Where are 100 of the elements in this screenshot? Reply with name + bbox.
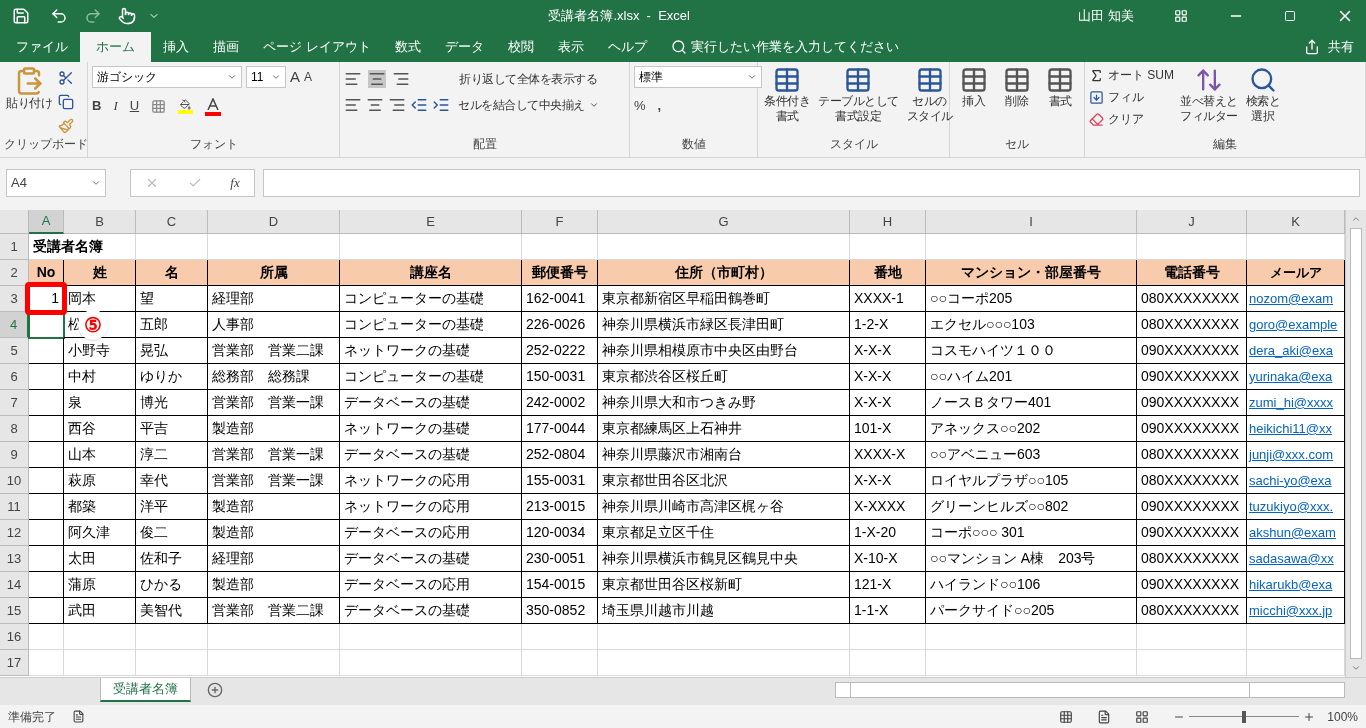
row-header[interactable]: 16	[0, 624, 29, 650]
ribbon-tab[interactable]: 描画	[201, 32, 251, 62]
page-layout-icon[interactable]	[1097, 709, 1112, 724]
row-header[interactable]: 5	[0, 338, 29, 364]
email-link[interactable]: heikichi11@xx	[1249, 418, 1333, 439]
ribbon-button[interactable]: 検索と 選択	[1243, 66, 1282, 124]
merge-center-button[interactable]: セルを結合して中央揃え	[458, 96, 599, 114]
ribbon-button[interactable]: テーブルとして 書式設定	[816, 66, 901, 124]
zoom-thumb[interactable]	[1242, 710, 1247, 723]
restore-icon[interactable]	[1284, 10, 1296, 22]
fill-button[interactable]: フィル	[1089, 88, 1174, 106]
number-format-field[interactable]: 標準	[634, 66, 762, 88]
indent-decrease-icon[interactable]	[410, 96, 428, 114]
email-link[interactable]: sachi-yo@exa	[1249, 470, 1332, 491]
bold-button[interactable]: B	[92, 96, 102, 116]
email-link[interactable]: goro@example	[1249, 314, 1338, 335]
column-header[interactable]: I	[926, 210, 1137, 234]
row-header[interactable]: 8	[0, 416, 29, 442]
ribbon-button[interactable]: 並べ替えと フィルター	[1178, 66, 1240, 124]
email-link[interactable]: nozom@exam	[1249, 288, 1333, 309]
indent-increase-icon[interactable]	[432, 96, 450, 114]
font-name-field[interactable]: 游ゴシック	[92, 66, 242, 88]
grow-font-button[interactable]: A	[290, 69, 300, 85]
ribbon-tab[interactable]: 数式	[382, 32, 433, 62]
cut-icon[interactable]	[58, 70, 74, 86]
font-size-field[interactable]: 11	[246, 66, 286, 88]
zoom-in-icon[interactable]	[1303, 710, 1316, 723]
row-header[interactable]: 6	[0, 364, 29, 390]
ribbon-tab[interactable]: データ	[432, 32, 496, 62]
row-header[interactable]: 1	[0, 234, 29, 260]
column-header[interactable]: J	[1137, 210, 1247, 234]
column-header[interactable]: F	[522, 210, 598, 234]
column-header[interactable]: B	[64, 210, 136, 234]
row-header[interactable]: 9	[0, 442, 29, 468]
zoom-slider[interactable]	[1189, 710, 1300, 723]
column-header[interactable]: E	[340, 210, 522, 234]
ribbon-button[interactable]: 書式	[1044, 66, 1077, 109]
function-button[interactable]: fx	[230, 173, 240, 193]
align-center-icon[interactable]	[366, 96, 384, 114]
email-link[interactable]: hikarukb@exa	[1249, 574, 1333, 595]
ribbon-button[interactable]: セルの スタイル	[904, 66, 955, 124]
shrink-font-button[interactable]: A	[304, 69, 313, 85]
ribbon-options-icon[interactable]	[1174, 9, 1188, 23]
align-bottom-icon[interactable]	[392, 70, 410, 88]
undo-icon[interactable]	[50, 7, 68, 25]
horizontal-scrollbar[interactable]	[835, 682, 1345, 698]
column-header[interactable]: H	[850, 210, 926, 234]
name-box[interactable]: A4	[6, 169, 106, 197]
row-header[interactable]: 4	[0, 312, 29, 338]
active-cell[interactable]	[29, 312, 64, 338]
ribbon-tab[interactable]: ページ レイアウト	[251, 32, 383, 62]
email-link[interactable]: sadasawa@xx	[1249, 548, 1334, 569]
row-header[interactable]: 11	[0, 494, 29, 520]
align-top-icon[interactable]	[344, 70, 362, 88]
page-break-icon[interactable]	[1135, 709, 1150, 724]
fill-color-icon[interactable]	[178, 98, 194, 114]
row-header[interactable]: 13	[0, 546, 29, 572]
autosum-button[interactable]: オート SUM	[1089, 66, 1174, 84]
ribbon-tab[interactable]: 挿入	[151, 32, 201, 62]
row-header[interactable]: 12	[0, 520, 29, 546]
email-link[interactable]: dera_aki@exa	[1249, 340, 1334, 361]
tell-me-field[interactable]: 実行したい作業を入力してください	[690, 37, 899, 57]
email-link[interactable]: yurinaka@exa	[1249, 366, 1333, 387]
email-link[interactable]: junji@xxx.com	[1249, 444, 1333, 465]
ribbon-button[interactable]: 条件付き 書式	[762, 66, 812, 124]
share-button[interactable]: 共有	[1296, 32, 1362, 62]
copy-icon[interactable]	[58, 94, 74, 110]
add-sheet-icon[interactable]	[207, 682, 223, 698]
ribbon-button[interactable]: 削除	[1001, 66, 1033, 109]
comma-button[interactable]: ,	[657, 96, 662, 116]
ribbon-button[interactable]: 挿入	[957, 66, 990, 109]
touch-icon[interactable]	[118, 7, 136, 25]
column-header[interactable]: A	[29, 210, 64, 234]
column-header[interactable]: C	[136, 210, 208, 234]
row-header[interactable]: 17	[0, 650, 29, 676]
ribbon-tab[interactable]: 校閲	[495, 32, 546, 62]
email-link[interactable]: zumi_hi@xxxx	[1249, 392, 1333, 413]
email-link[interactable]: micchi@xxx.jp	[1249, 600, 1333, 621]
row-header[interactable]: 7	[0, 390, 29, 416]
percent-button[interactable]: %	[634, 96, 646, 116]
row-header[interactable]: 2	[0, 260, 29, 286]
italic-button[interactable]: I	[113, 96, 118, 116]
ribbon-tab[interactable]: 表示	[545, 32, 596, 62]
email-link[interactable]: akshun@exam	[1249, 522, 1336, 543]
formula-field[interactable]	[263, 169, 1360, 197]
underline-button[interactable]: U	[129, 96, 140, 116]
ribbon-tab[interactable]: ヘルプ	[595, 32, 659, 62]
sheet-tab[interactable]: 受講者名簿	[100, 678, 191, 702]
row-header[interactable]: 15	[0, 598, 29, 624]
row-header[interactable]: 14	[0, 572, 29, 598]
normal-view-icon[interactable]	[1059, 709, 1074, 724]
align-right-icon[interactable]	[388, 96, 406, 114]
border-icon[interactable]	[151, 98, 167, 114]
save-icon[interactable]	[12, 7, 30, 25]
ribbon-tab[interactable]: ホーム	[80, 32, 151, 62]
ribbon-tab[interactable]: ファイル	[4, 32, 80, 62]
row-header[interactable]: 10	[0, 468, 29, 494]
column-header[interactable]: D	[208, 210, 340, 234]
align-middle-icon[interactable]	[368, 70, 386, 88]
ribbon-button[interactable]: 貼り付け	[4, 66, 54, 111]
